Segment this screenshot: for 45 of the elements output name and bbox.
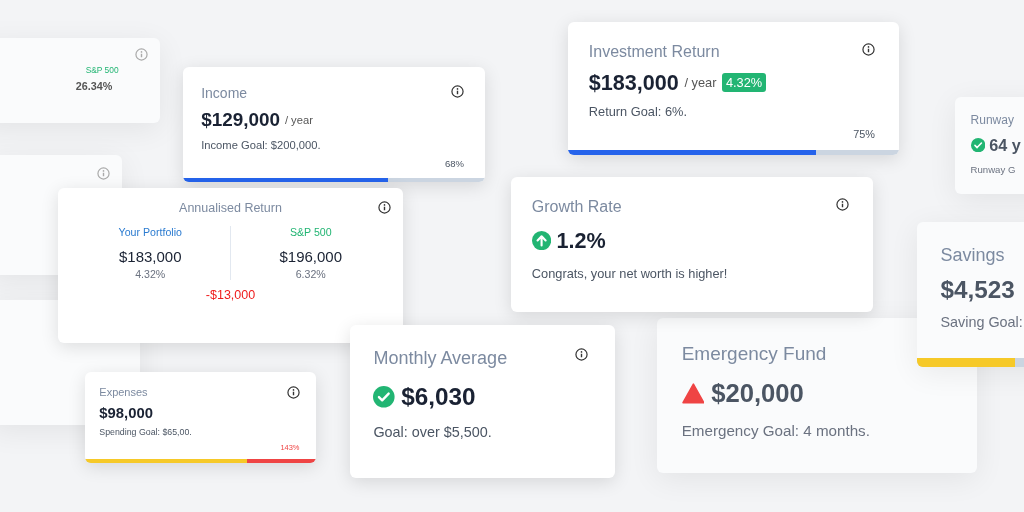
column-label: Your Portfolio [118, 225, 182, 238]
card-title: Investment Return [588, 42, 720, 61]
amount: $4,523 [940, 276, 1015, 305]
goal-text: Saving Goal: [940, 314, 1024, 331]
percent-text: 6.32% [295, 268, 326, 281]
card-title: Monthly Average [373, 348, 508, 370]
info-icon[interactable] [575, 348, 588, 362]
goal-text: Income Goal: $200,000. [201, 138, 322, 151]
amount: $183,000 [588, 69, 679, 96]
card-title: Growth Rate [531, 197, 622, 216]
amount: 1.2% [556, 227, 606, 254]
info-icon[interactable] [836, 197, 849, 211]
amount: $20,000 [711, 378, 804, 408]
percent-text: 4.32% [135, 268, 166, 281]
amount: $183,000 [118, 247, 182, 265]
goal-text: Congrats, your net worth is higher! [531, 265, 729, 281]
unit-label: / year [284, 113, 313, 126]
amount: 64 y [989, 135, 1021, 155]
percent-label: 75% [853, 128, 875, 141]
difference-amount: -$13,000 [205, 287, 256, 302]
amount: $196,000 [279, 247, 343, 265]
stat-label: S&P 500 [85, 65, 119, 76]
card-title: Emergency Fund [681, 342, 827, 365]
amount: $129,000 [201, 108, 280, 131]
info-icon[interactable] [377, 200, 391, 214]
goal-text: Spending Goal: $65,00. [99, 427, 193, 438]
goal-text: Goal: over $5,500. [373, 424, 493, 441]
percent-label: 68% [444, 158, 464, 170]
amount: $98,000 [99, 405, 153, 422]
amount: $6,030 [401, 382, 476, 411]
card-title: Income [201, 85, 248, 102]
info-icon[interactable] [451, 85, 464, 99]
unit-label: / year [684, 75, 717, 91]
card-title: Expenses [99, 386, 148, 399]
goal-text: Runway G [970, 163, 1017, 175]
card-title: Annualised Return [179, 200, 282, 215]
percent-badge: 4.32% [722, 73, 767, 92]
card-title: Runway [970, 112, 1014, 127]
info-icon[interactable] [286, 386, 300, 400]
goal-text: Return Goal: 6%. [588, 104, 688, 120]
column-label: S&P 500 [289, 225, 332, 238]
card-title: Savings [940, 245, 1005, 267]
goal-text: Emergency Goal: 4 months. [681, 422, 871, 440]
stat-value: 26.34% [75, 80, 113, 93]
info-icon[interactable] [862, 42, 875, 56]
